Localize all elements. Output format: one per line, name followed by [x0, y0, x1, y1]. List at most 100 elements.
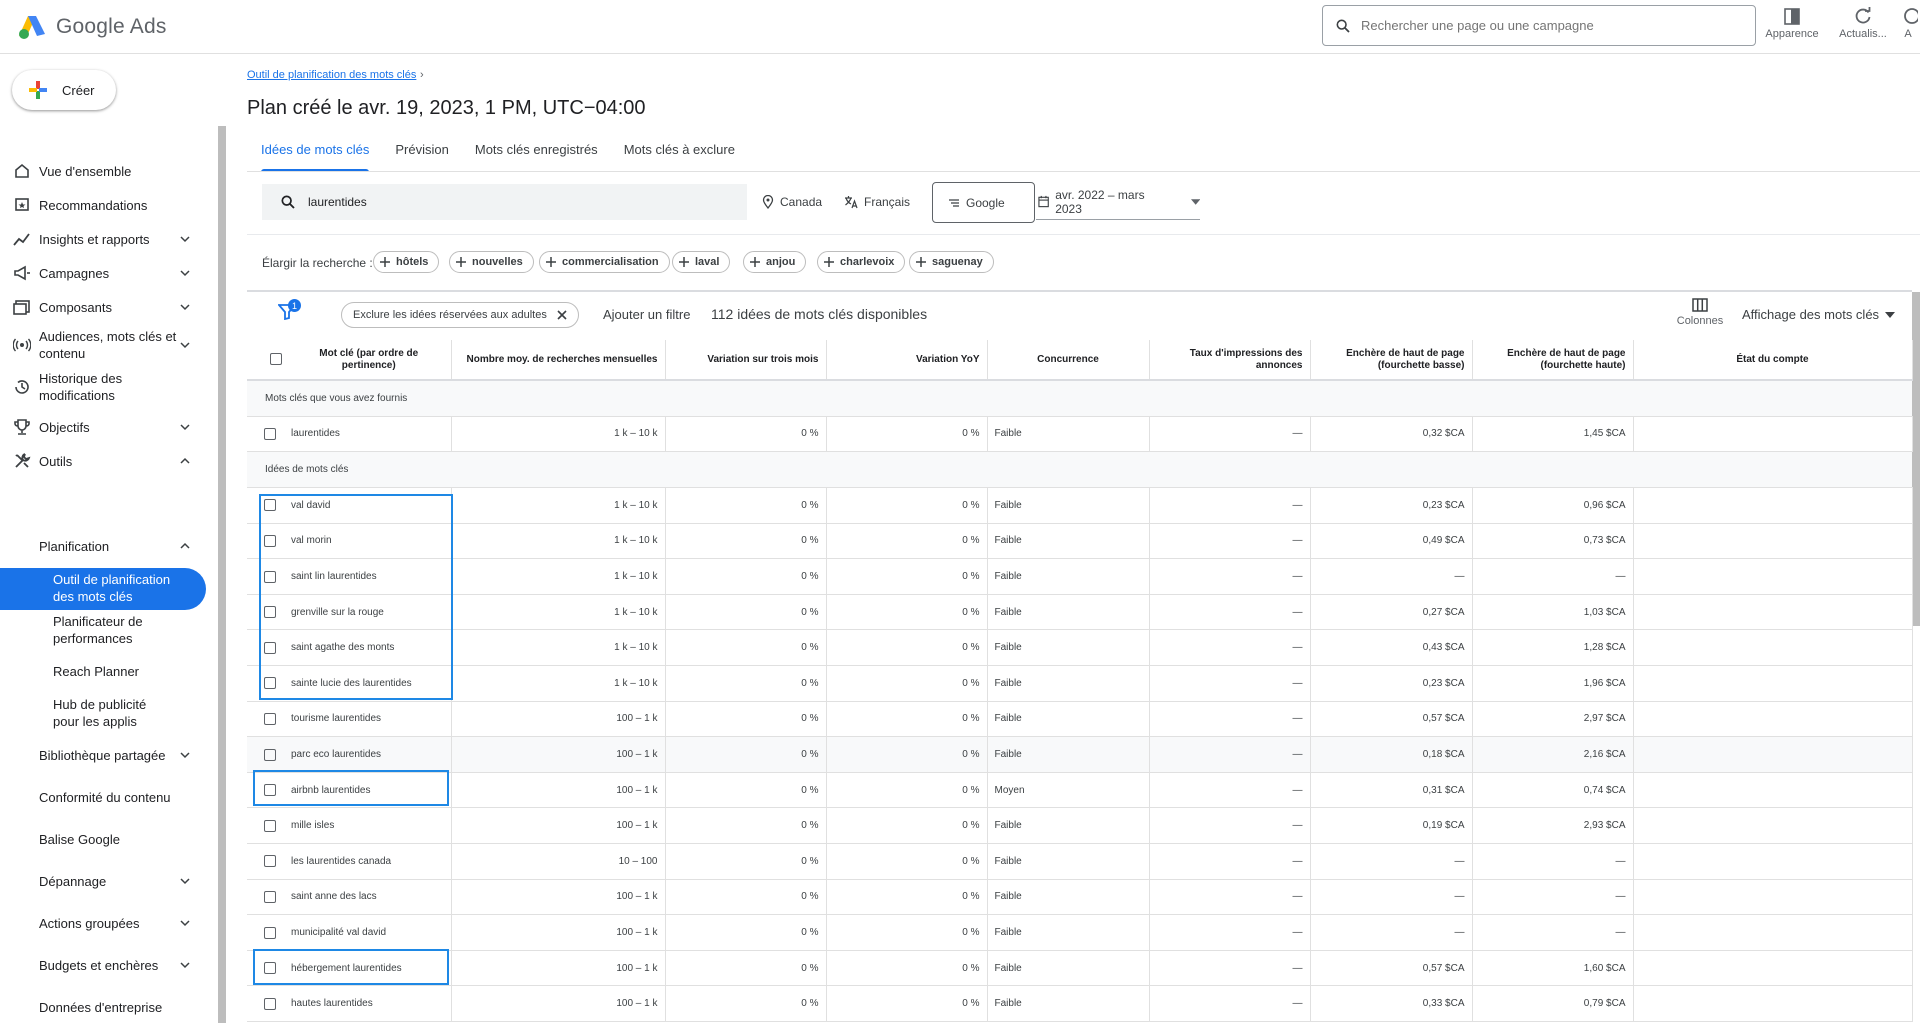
header-yoy-change[interactable]: Variation YoY — [826, 340, 988, 381]
broaden-chip[interactable]: anjou — [743, 251, 807, 273]
header-bid-low[interactable]: Enchère de haut de page (fourchette bass… — [1310, 340, 1473, 381]
sidebar-item-budgets-bids[interactable]: Budgets et enchères — [39, 957, 199, 974]
row-checkbox[interactable] — [264, 570, 276, 583]
sidebar-item-tools[interactable]: Outils — [0, 447, 206, 475]
sidebar-item-audiences[interactable]: Audiences, mots clés et contenu — [0, 327, 206, 363]
table-row[interactable]: tourisme laurentides 100 – 1 k0 % 0 % Faibl… — [247, 701, 1913, 738]
table-row[interactable]: airbnb laurentides 100 – 1 k0 % 0 % Moyen —0… — [247, 772, 1913, 809]
grid-scrollbar[interactable] — [1912, 292, 1920, 626]
language-selector[interactable]: Français — [844, 184, 910, 220]
appearance-label: Apparence — [1765, 28, 1819, 40]
tab-negative-keywords[interactable]: Mots clés à exclure — [611, 136, 748, 170]
table-row[interactable]: grenville sur la rouge 1 k – 10 k0 % 0 % Fa… — [247, 594, 1913, 631]
table-row[interactable]: hébergement laurentides 100 – 1 k0 % 0 % Fa… — [247, 950, 1913, 987]
sidebar-item-insights[interactable]: Insights et rapports — [0, 225, 206, 253]
table-row[interactable]: laurentides 1 k – 10 k0 % 0 % Faible —0,32 $… — [247, 416, 1913, 453]
global-search[interactable] — [1322, 5, 1756, 46]
sidebar-item-bulk-actions[interactable]: Actions groupées — [39, 915, 199, 932]
header-keyword[interactable]: Mot clé (par ordre de pertinence) — [287, 340, 452, 381]
sidebar-item-recommendations[interactable]: Recommandations — [0, 191, 206, 219]
table-row[interactable]: saint agathe des monts 1 k – 10 k0 % 0 % Fa… — [247, 629, 1913, 667]
broaden-chip[interactable]: laval — [672, 251, 731, 273]
date-range-selector[interactable]: avr. 2022 – mars 2023 — [1036, 184, 1200, 220]
sidebar-item-performance-planner[interactable]: Planificateur de performances — [53, 613, 193, 647]
sidebar-item-reach-planner[interactable]: Reach Planner — [53, 663, 193, 680]
table-row[interactable]: parc eco laurentides 100 – 1 k0 % 0 % Faibl… — [247, 736, 1913, 773]
row-checkbox[interactable] — [264, 926, 276, 939]
keyword-view-dropdown[interactable]: Affichage des mots clés — [1742, 307, 1896, 322]
row-checkbox[interactable] — [264, 534, 276, 547]
table-row[interactable]: hautes laurentides 100 – 1 k0 % 0 % Faible —… — [247, 985, 1913, 1022]
header-account-status[interactable]: État du compte — [1633, 340, 1913, 381]
sidebar-item-overview[interactable]: Vue d'ensemble — [0, 157, 206, 185]
sidebar-item-business-data[interactable]: Données d'entreprise — [39, 999, 199, 1016]
header-ad-impression-share[interactable]: Taux d'impressions des annonces — [1149, 340, 1311, 381]
broaden-chip[interactable]: charlevoix — [817, 251, 906, 273]
table-row[interactable]: mille isles 100 – 1 k0 % 0 % Faible —0,19 $C… — [247, 807, 1913, 845]
sidebar-item-content-suitability[interactable]: Conformité du contenu — [39, 789, 199, 806]
row-checkbox[interactable] — [264, 997, 276, 1010]
columns-button[interactable]: Colonnes — [1672, 298, 1728, 327]
broaden-chip[interactable]: nouvelles — [449, 251, 534, 273]
more-tool-button[interactable]: A — [1896, 6, 1920, 40]
row-checkbox[interactable] — [264, 784, 276, 797]
row-checkbox[interactable] — [264, 748, 276, 761]
table-row[interactable]: sainte lucie des laurentides 1 k – 10 k0 … — [247, 665, 1913, 702]
row-checkbox[interactable] — [264, 855, 276, 868]
tab-keyword-ideas[interactable]: Idées de mots clés — [248, 136, 382, 172]
table-row[interactable]: les laurentides canada 10 – 100 0 % 0 % Faib… — [247, 843, 1913, 880]
row-checkbox[interactable] — [264, 677, 276, 690]
google-ads-logo[interactable]: Google Ads — [18, 14, 167, 40]
add-filter-button[interactable]: Ajouter un filtre — [603, 307, 690, 322]
header-three-month-change[interactable]: Variation sur trois mois — [665, 340, 827, 381]
chevron-down-icon — [180, 236, 190, 243]
keyword-search-field[interactable]: laurentides — [262, 184, 747, 220]
sidebar-item-change-history[interactable]: Historique des modifications — [0, 369, 206, 405]
row-checkbox[interactable] — [264, 499, 276, 512]
sidebar-item-goals[interactable]: Objectifs — [0, 413, 206, 441]
header-avg-searches[interactable]: Nombre moy. de recherches mensuelles — [451, 340, 666, 381]
table-row[interactable]: municipalité val david 100 – 1 k0 % 0 % Fai… — [247, 914, 1913, 951]
create-button[interactable]: Créer — [12, 70, 116, 110]
table-row[interactable]: saint anne des lacs 100 – 1 k0 % 0 % Faible… — [247, 879, 1913, 916]
header-bid-high[interactable]: Enchère de haut de page (fourchette haut… — [1472, 340, 1634, 381]
sidebar-item-keyword-planner[interactable]: Outil de planification des mots clés — [53, 571, 193, 605]
broaden-chip[interactable]: saguenay — [909, 251, 994, 273]
header-competition[interactable]: Concurrence — [987, 340, 1150, 381]
keyword-cell: laurentides — [287, 416, 452, 453]
sidebar-item-google-tag[interactable]: Balise Google — [39, 831, 199, 848]
row-checkbox[interactable] — [264, 606, 276, 619]
row-checkbox[interactable] — [264, 427, 276, 440]
row-checkbox[interactable] — [264, 819, 276, 832]
sidebar-item-troubleshooting[interactable]: Dépannage — [39, 873, 199, 890]
close-icon[interactable] — [554, 307, 570, 323]
broaden-chip[interactable]: hôtels — [373, 251, 440, 273]
yoy-change-cell: 0 % — [826, 701, 988, 738]
table-row[interactable]: saint lin laurentides 1 k – 10 k0 % 0 % Fai… — [247, 558, 1913, 595]
row-checkbox[interactable] — [264, 641, 276, 654]
breadcrumb[interactable]: Outil de planification des mots clés — [247, 69, 416, 81]
ad-impression-share-cell: — — [1149, 950, 1311, 987]
tab-saved-keywords[interactable]: Mots clés enregistrés — [462, 136, 611, 170]
sidebar-item-planning[interactable]: Planification — [39, 538, 199, 555]
row-checkbox[interactable] — [264, 890, 276, 903]
broaden-chip[interactable]: commercialisation — [539, 251, 670, 273]
row-checkbox[interactable] — [264, 962, 276, 975]
location-selector[interactable]: Canada — [762, 184, 822, 220]
select-all-checkbox[interactable] — [269, 353, 282, 366]
table-row[interactable]: val david 1 k – 10 k0 % 0 % Faible —0,23 $CA… — [247, 487, 1913, 524]
refresh-button[interactable]: Actualis... — [1828, 6, 1898, 40]
table-row[interactable]: val morin 1 k – 10 k0 % 0 % Faible —0,49 $CA… — [247, 523, 1913, 560]
sidebar-item-app-ads-hub[interactable]: Hub de publicité pour les applis — [53, 696, 173, 730]
sidebar-item-shared-library[interactable]: Bibliothèque partagée — [39, 747, 199, 764]
exclude-adult-filter-chip[interactable]: Exclure les idées réservées aux adultes — [341, 302, 579, 328]
sidebar-scrollbar[interactable] — [218, 126, 226, 1023]
sidebar-item-campaigns[interactable]: Campagnes — [0, 259, 206, 287]
network-selector[interactable]: Google — [932, 182, 1035, 223]
global-search-input[interactable] — [1361, 18, 1741, 33]
tab-forecast[interactable]: Prévision — [382, 136, 461, 170]
appearance-button[interactable]: Apparence — [1757, 6, 1827, 40]
sidebar-item-assets[interactable]: Composants — [0, 293, 206, 321]
row-checkbox[interactable] — [264, 712, 276, 725]
keyword-cell: sainte lucie des laurentides — [287, 665, 452, 702]
